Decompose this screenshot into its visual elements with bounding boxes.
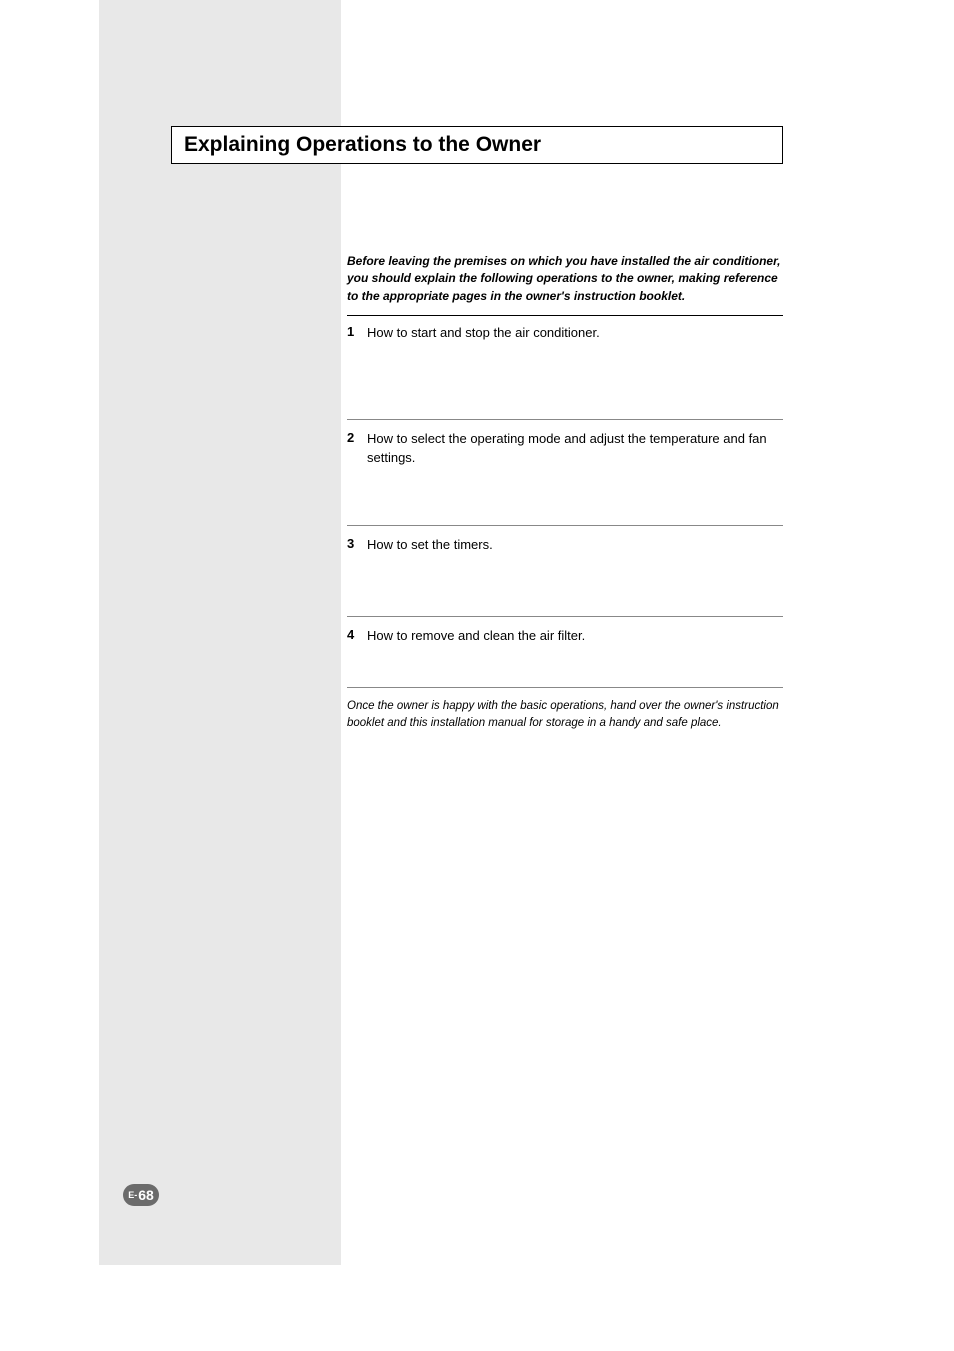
step-text: How to set the timers. <box>367 536 493 555</box>
step-row: 4 How to remove and clean the air filter… <box>347 627 783 687</box>
intro-text: Before leaving the premises on which you… <box>347 253 783 305</box>
step-rule <box>347 419 783 420</box>
page-number-badge: E-68 <box>123 1184 159 1206</box>
page-number: 68 <box>138 1187 154 1203</box>
step-row: 1 How to start and stop the air conditio… <box>347 324 783 419</box>
step-rule <box>347 616 783 617</box>
section-title: Explaining Operations to the Owner <box>184 133 541 157</box>
step-number: 4 <box>347 627 367 642</box>
step-text: How to start and stop the air conditione… <box>367 324 600 343</box>
step-rule <box>347 525 783 526</box>
step-number: 1 <box>347 324 367 339</box>
step-rule <box>347 687 783 688</box>
closing-text: Once the owner is happy with the basic o… <box>347 698 783 731</box>
section-header-box: Explaining Operations to the Owner <box>171 126 783 164</box>
content-area: Before leaving the premises on which you… <box>347 253 783 732</box>
step-number: 3 <box>347 536 367 551</box>
step-number: 2 <box>347 430 367 445</box>
step-row: 2 How to select the operating mode and a… <box>347 430 783 525</box>
step-row: 3 How to set the timers. <box>347 536 783 616</box>
step-text: How to remove and clean the air filter. <box>367 627 585 646</box>
intro-rule <box>347 315 783 316</box>
sidebar-column <box>99 0 341 1265</box>
step-text: How to select the operating mode and adj… <box>367 430 783 468</box>
page-prefix: E- <box>128 1190 137 1200</box>
